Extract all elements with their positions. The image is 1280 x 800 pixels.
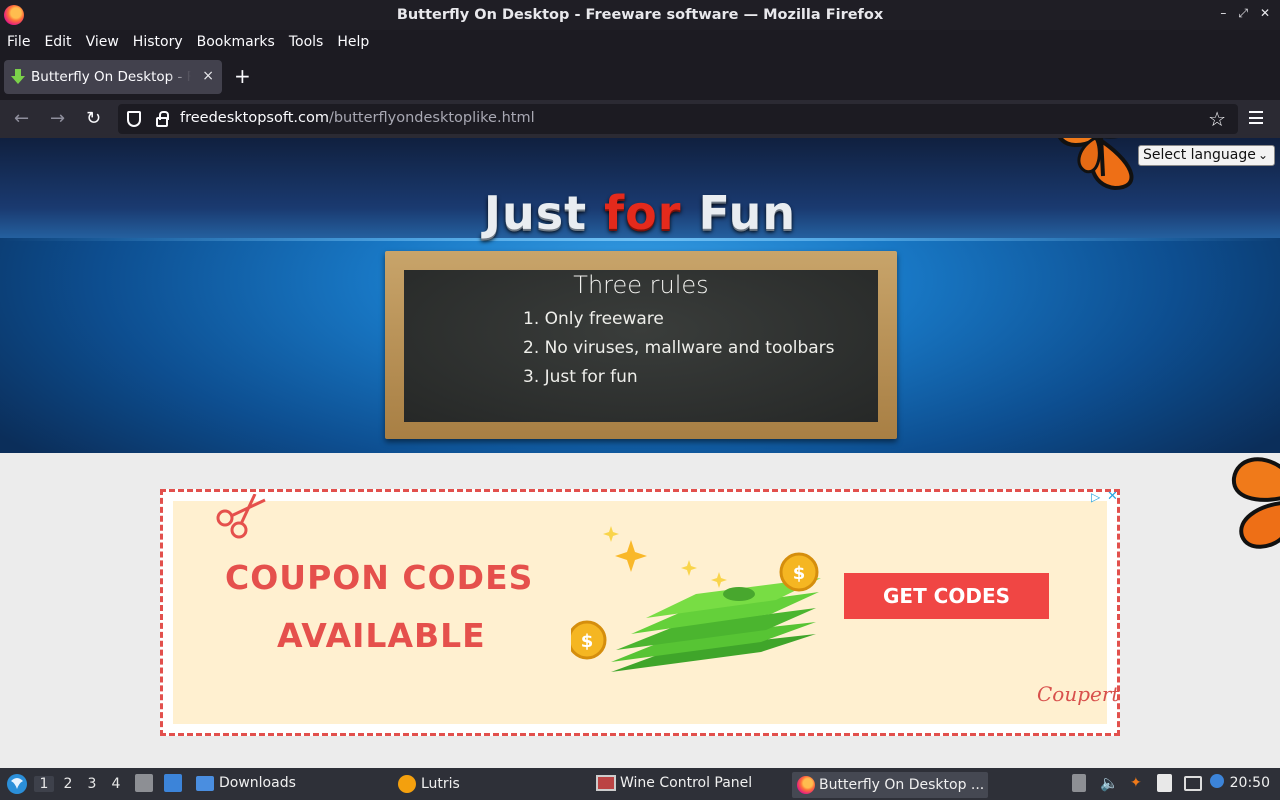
logo-word-just: Just [483, 186, 605, 240]
file-cabinet-icon[interactable] [135, 774, 153, 792]
butterfly-icon[interactable] [1045, 138, 1145, 198]
menu-bookmarks[interactable]: Bookmarks [197, 34, 275, 50]
wine-icon [596, 775, 616, 791]
taskbar-lutris-label: Lutris [421, 776, 460, 792]
download-arrow-icon [11, 69, 25, 85]
butterfly-tray-icon[interactable]: ✦ [1130, 774, 1148, 792]
menu-bar: File Edit View History Bookmarks Tools H… [0, 30, 1280, 54]
ad-close-icon[interactable]: ✕ [1107, 489, 1118, 504]
start-menu-icon[interactable] [6, 773, 28, 795]
taskbar-firefox[interactable]: Butterfly On Desktop ... [792, 772, 988, 798]
tab-strip: Butterfly On Desktop - Freeware software… [0, 54, 1280, 100]
notifications-icon[interactable] [1210, 774, 1224, 788]
bookmark-star-icon[interactable]: ☆ [1208, 107, 1226, 131]
taskbar-downloads[interactable]: Downloads [196, 775, 296, 791]
workspace-2[interactable]: 2 [58, 776, 78, 792]
chalkboard: Three rules 1. Only freeware 2. No virus… [385, 251, 897, 439]
language-select-value: Select language [1143, 147, 1256, 163]
svg-text:$: $ [793, 563, 806, 584]
taskbar-wine-control-panel[interactable]: Wine Control Panel [596, 775, 752, 791]
logo-word-for: for [604, 186, 682, 240]
rule-1: 1. Only freeware [523, 309, 664, 329]
web-page: Just for Fun Three rules 1. Only freewar… [0, 138, 1280, 768]
logo-word-fun: Fun [681, 186, 797, 240]
rule-2: 2. No viruses, mallware and toolbars [523, 338, 835, 358]
taskbar-firefox-label: Butterfly On Desktop ... [819, 777, 985, 793]
minimize-button[interactable]: – [1220, 6, 1226, 21]
firefox-taskbar-icon [797, 776, 815, 794]
coupert-logo: Coupert [1037, 682, 1120, 706]
chevron-down-icon: ⌄ [1257, 148, 1268, 162]
notes-icon[interactable] [1157, 774, 1172, 792]
language-select[interactable]: Select language ⌄ [1138, 145, 1275, 166]
menu-file[interactable]: File [7, 34, 30, 50]
url-text[interactable]: freedesktopsoft.com/butterflyondesktopli… [180, 110, 535, 126]
tab-title: Butterfly On Desktop - Freeware software [31, 69, 191, 85]
rule-3: 3. Just for fun [523, 367, 638, 387]
url-host: freedesktopsoft.com [180, 110, 329, 126]
adchoices-icon[interactable]: ▷ [1091, 490, 1100, 504]
ad-headline-2: AVAILABLE [277, 616, 486, 655]
reload-button[interactable]: ↻ [86, 109, 101, 129]
workspace-3[interactable]: 3 [82, 776, 102, 792]
window-title: Butterfly On Desktop - Freeware software… [396, 7, 884, 23]
navigation-toolbar: ← → ↻ freedesktopsoft.com/butterflyondes… [0, 100, 1280, 138]
menu-tools[interactable]: Tools [289, 34, 324, 50]
menu-edit[interactable]: Edit [44, 34, 71, 50]
window-controls: – ⤢ ✕ [1220, 6, 1270, 21]
money-stack-icon: $ $ [571, 526, 821, 672]
menu-help[interactable]: Help [337, 34, 369, 50]
network-icon[interactable] [1184, 776, 1202, 791]
url-bar[interactable]: freedesktopsoft.com/butterflyondesktopli… [118, 104, 1238, 134]
taskbar-lutris[interactable]: Lutris [398, 775, 460, 793]
chalkboard-title: Three rules [573, 271, 709, 299]
tab-close-button[interactable]: × [202, 68, 214, 84]
get-codes-button[interactable]: GET CODES [844, 573, 1049, 619]
app-menu-icon[interactable] [1249, 111, 1263, 124]
workspace-1[interactable]: 1 [34, 776, 54, 792]
taskbar-wine-label: Wine Control Panel [620, 775, 753, 791]
volume-icon[interactable]: 🔈 [1100, 774, 1119, 792]
url-path: /butterflyondesktoplike.html [328, 110, 535, 126]
butterfly-edge-icon[interactable] [1222, 448, 1280, 560]
menu-view[interactable]: View [86, 34, 119, 50]
maximize-button[interactable]: ⤢ [1238, 6, 1248, 21]
tab-butterfly[interactable]: Butterfly On Desktop - Freeware software… [4, 60, 222, 94]
lutris-icon [398, 775, 416, 793]
show-desktop-icon[interactable] [164, 774, 182, 792]
clock: 20:50 [1229, 775, 1270, 791]
window-titlebar: Butterfly On Desktop - Freeware software… [0, 0, 1280, 30]
svg-text:$: $ [581, 631, 594, 652]
scissors-icon [216, 494, 266, 539]
back-button[interactable]: ← [14, 109, 29, 129]
new-tab-button[interactable]: + [234, 66, 251, 86]
forward-button[interactable]: → [50, 109, 65, 129]
workspace-4[interactable]: 4 [106, 776, 126, 792]
folder-icon [196, 775, 214, 791]
tracking-protection-shield-icon[interactable] [127, 111, 141, 127]
coupon-ad[interactable]: COUPON CODES AVAILABLE $ $ GET CODES Cou… [160, 489, 1120, 736]
menu-history[interactable]: History [133, 34, 183, 50]
firefox-logo-icon [4, 5, 24, 25]
clipboard-icon[interactable] [1072, 774, 1086, 792]
ad-headline-1: COUPON CODES [225, 558, 534, 597]
taskbar: 1 2 3 4 Downloads Lutris Wine Control Pa… [0, 768, 1280, 800]
lock-icon[interactable] [156, 111, 169, 127]
taskbar-downloads-label: Downloads [219, 775, 296, 791]
close-window-button[interactable]: ✕ [1260, 6, 1270, 21]
